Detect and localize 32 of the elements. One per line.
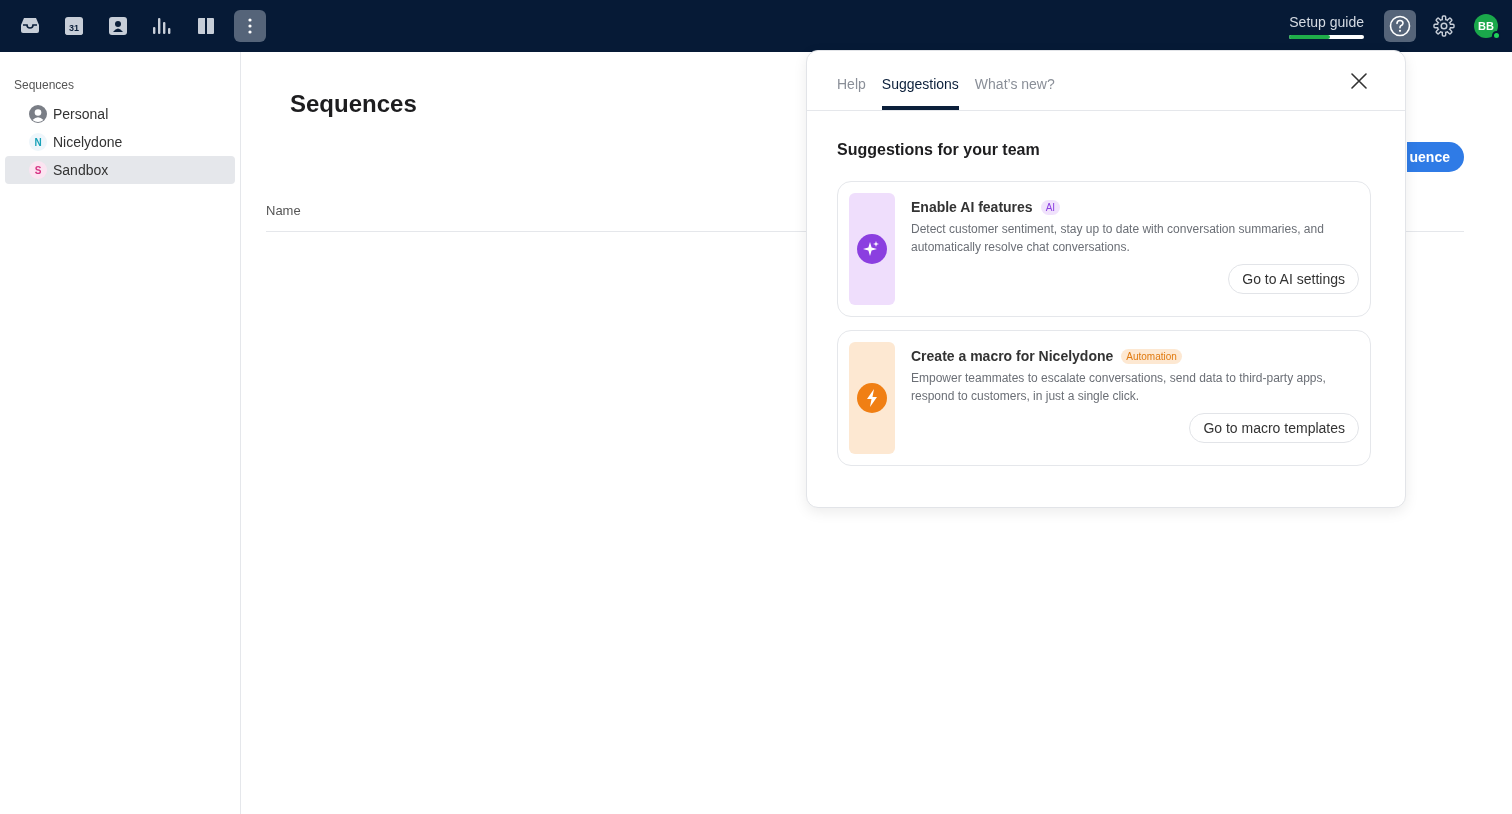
panel-heading: Suggestions for your team [837, 141, 1041, 159]
app-button[interactable] [234, 10, 266, 42]
card-description: Empower teammates to escalate conversations, send data to third-party apps, respond to customers, in just a single click. [911, 370, 1327, 405]
help-icon [1389, 15, 1411, 37]
book-icon [196, 16, 216, 36]
card-title: Create a macro for Nicelydone [911, 348, 1114, 364]
card-description: Detect customer sentiment, stay up to date with conversation summaries, and automatically resolve chat conversations. [911, 221, 1325, 256]
card-title: Enable AI features [911, 199, 1033, 215]
sidebar-heading: Sequences [13, 78, 76, 94]
sparkle-icon [857, 234, 887, 264]
app-button[interactable]: 31 [58, 10, 90, 42]
column-header: Name [266, 203, 301, 218]
bar-chart-icon [152, 16, 172, 36]
lightning-icon [857, 383, 887, 413]
sidebar-item[interactable]: N Nicelydone [5, 128, 235, 156]
user-icon [29, 105, 47, 123]
team-icon: N [29, 133, 47, 151]
sidebar-item[interactable]: S Sandbox [5, 156, 235, 184]
close-icon[interactable] [1351, 73, 1367, 89]
panel-tab[interactable]: Suggestions [881, 76, 959, 110]
calendar-icon: 31 [65, 17, 83, 35]
page-title: Sequences [290, 90, 417, 118]
contact-icon [108, 16, 128, 36]
tag-label: AI [1040, 199, 1061, 215]
new-sequence-button[interactable]: uence [1406, 142, 1464, 172]
team-icon: S [29, 161, 47, 179]
help-button[interactable] [1384, 10, 1416, 42]
more-icon [247, 17, 253, 35]
settings-icon [1433, 15, 1455, 37]
tag-label: Automation [1121, 348, 1182, 364]
sidebar-item[interactable]: Personal [5, 100, 235, 128]
inbox-icon [20, 16, 40, 36]
